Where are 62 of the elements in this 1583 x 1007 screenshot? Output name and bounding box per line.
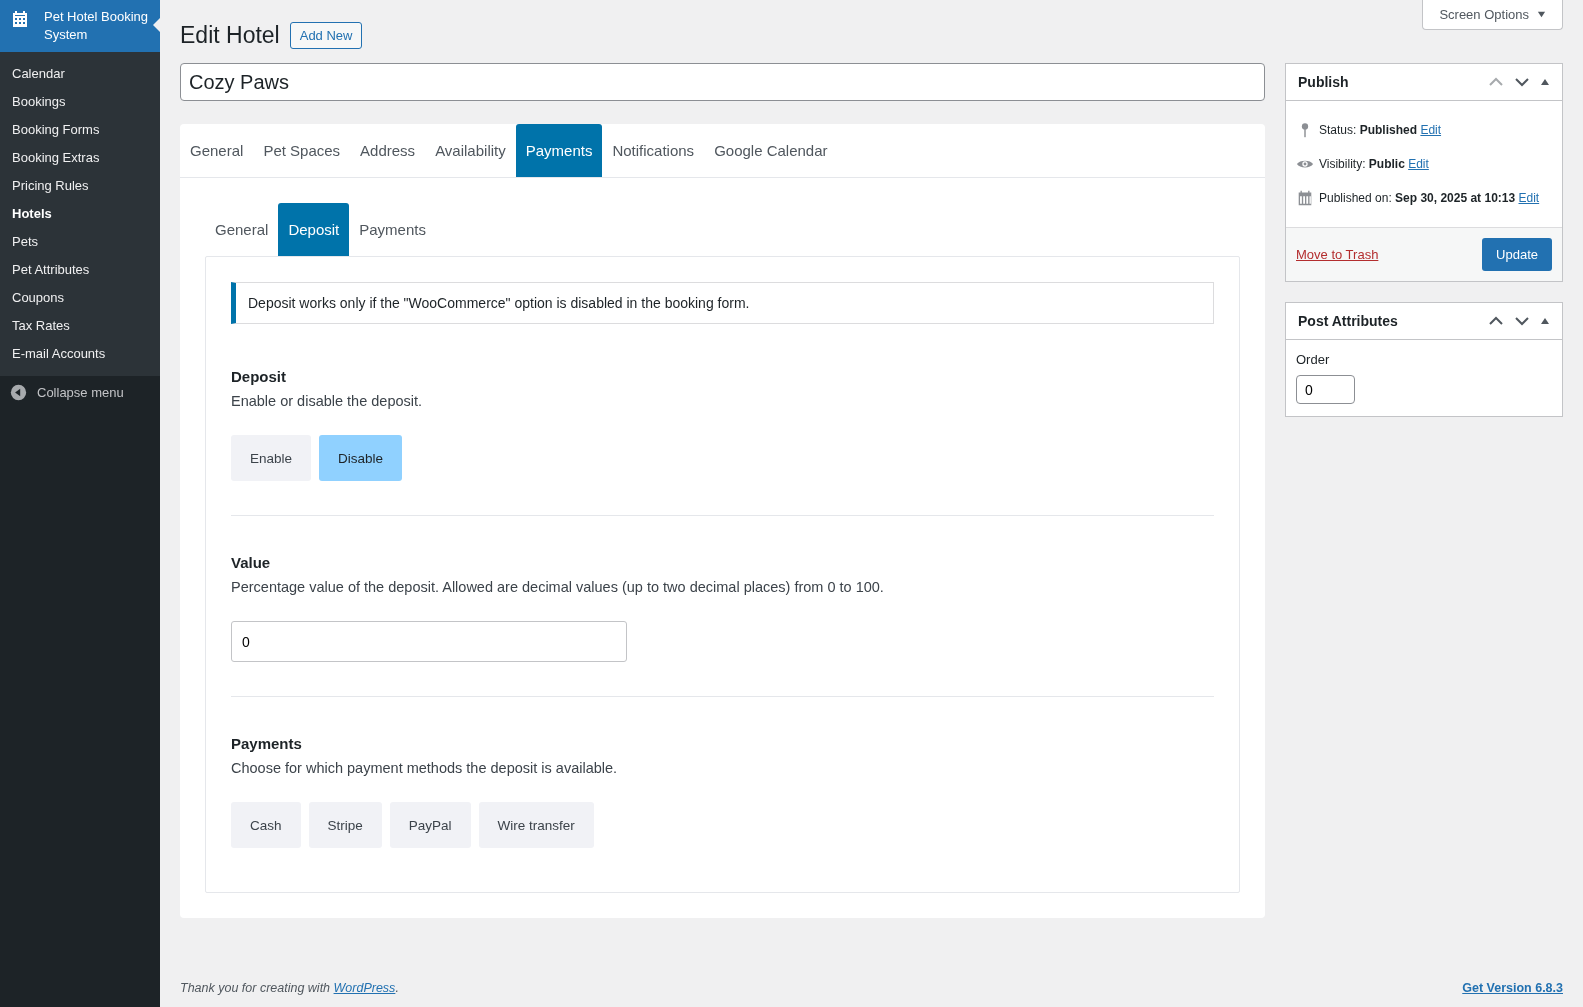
section-heading: Value [231, 554, 272, 571]
caret-icon [1537, 10, 1546, 19]
sidebar-item[interactable]: Tax Rates [0, 312, 160, 340]
sidebar-item[interactable]: Bookings [0, 88, 160, 116]
order-label: Order [1296, 352, 1330, 367]
tab[interactable]: Payments [515, 124, 603, 177]
order-field[interactable]: 0 [1296, 375, 1355, 404]
edit-link[interactable]: Edit [1408, 157, 1429, 171]
sidebar-item[interactable]: Booking Forms [0, 116, 160, 144]
box-title: Post Attributes [1298, 313, 1398, 329]
option-button[interactable]: Stripe [308, 802, 382, 848]
sidebar-item[interactable]: Pet Attributes [0, 256, 160, 284]
section-description: Enable or disable the deposit. [231, 393, 424, 409]
sidebar-item[interactable]: Pets [0, 228, 160, 256]
collapse-menu-link[interactable]: Collapse menu [37, 385, 124, 400]
brand-menu-item[interactable]: Pet Hotel Booking System [0, 0, 160, 52]
section-heading: Payments [231, 735, 303, 752]
section-description: Percentage value of the deposit. Allowed are decimal values (up to two decimal places) from 0 to 100. [231, 579, 885, 595]
tab[interactable]: General [180, 124, 254, 177]
value-field[interactable]: 0 [231, 621, 627, 662]
subtab[interactable]: Payments [349, 203, 436, 256]
tab[interactable]: Address [350, 124, 426, 177]
publish-info: Status: Published Edit [1319, 123, 1442, 137]
move-to-trash-link[interactable]: Move to Trash [1296, 247, 1379, 262]
option-button[interactable]: Cash [231, 802, 301, 848]
sidebar-item[interactable]: Hotels [0, 200, 160, 228]
notice: Deposit works only if the "WooCommerce" option is disabled in the booking form. [231, 282, 1214, 324]
calendar-icon [1296, 189, 1314, 207]
subtab[interactable]: General [205, 203, 279, 256]
update-button[interactable]: Update [1482, 238, 1552, 271]
menu-pointer-icon [153, 18, 160, 32]
subtab[interactable]: Deposit [278, 203, 350, 256]
version-link[interactable]: Get Version 6.8.3 [1462, 981, 1563, 995]
add-new-button[interactable]: Add New [289, 21, 363, 49]
tab[interactable]: Availability [425, 124, 516, 177]
edit-link[interactable]: Edit [1518, 191, 1540, 205]
publish-info: Visibility: Public Edit [1319, 157, 1429, 171]
calendar-icon [10, 9, 30, 29]
sidebar-item[interactable]: Pricing Rules [0, 172, 160, 200]
section-heading: Deposit [231, 368, 287, 385]
sidebar-item[interactable]: E-mail Accounts [0, 340, 160, 368]
sidebar-item[interactable]: Booking Extras [0, 144, 160, 172]
edit-link[interactable]: Edit [1420, 123, 1442, 137]
footer-text: Thank you for creating with WordPress. [180, 981, 399, 995]
box-title: Publish [1298, 74, 1349, 90]
sidebar-item[interactable]: Calendar [0, 60, 160, 88]
tab[interactable]: Notifications [602, 124, 705, 177]
page-title: Edit Hotel [180, 21, 280, 49]
screen-options-button[interactable]: Screen Options [1422, 0, 1563, 30]
sidebar-item[interactable]: Coupons [0, 284, 160, 312]
option-button[interactable]: Enable [231, 435, 312, 481]
triangle-up-icon[interactable] [1540, 77, 1550, 87]
collapse-icon[interactable] [10, 384, 27, 401]
option-button[interactable]: Wire transfer [478, 802, 594, 848]
title-field[interactable]: Cozy Paws [180, 63, 1265, 101]
option-button[interactable]: PayPal [389, 802, 471, 848]
option-button[interactable]: Disable [319, 435, 403, 481]
tab[interactable]: Google Calendar [704, 124, 838, 177]
tab[interactable]: Pet Spaces [253, 124, 351, 177]
publish-info: Published on: Sep 30, 2025 at 10:13 Edit [1319, 191, 1540, 205]
triangle-up-icon[interactable] [1540, 316, 1550, 326]
section-description: Choose for which payment methods the deposit is available. [231, 760, 619, 776]
